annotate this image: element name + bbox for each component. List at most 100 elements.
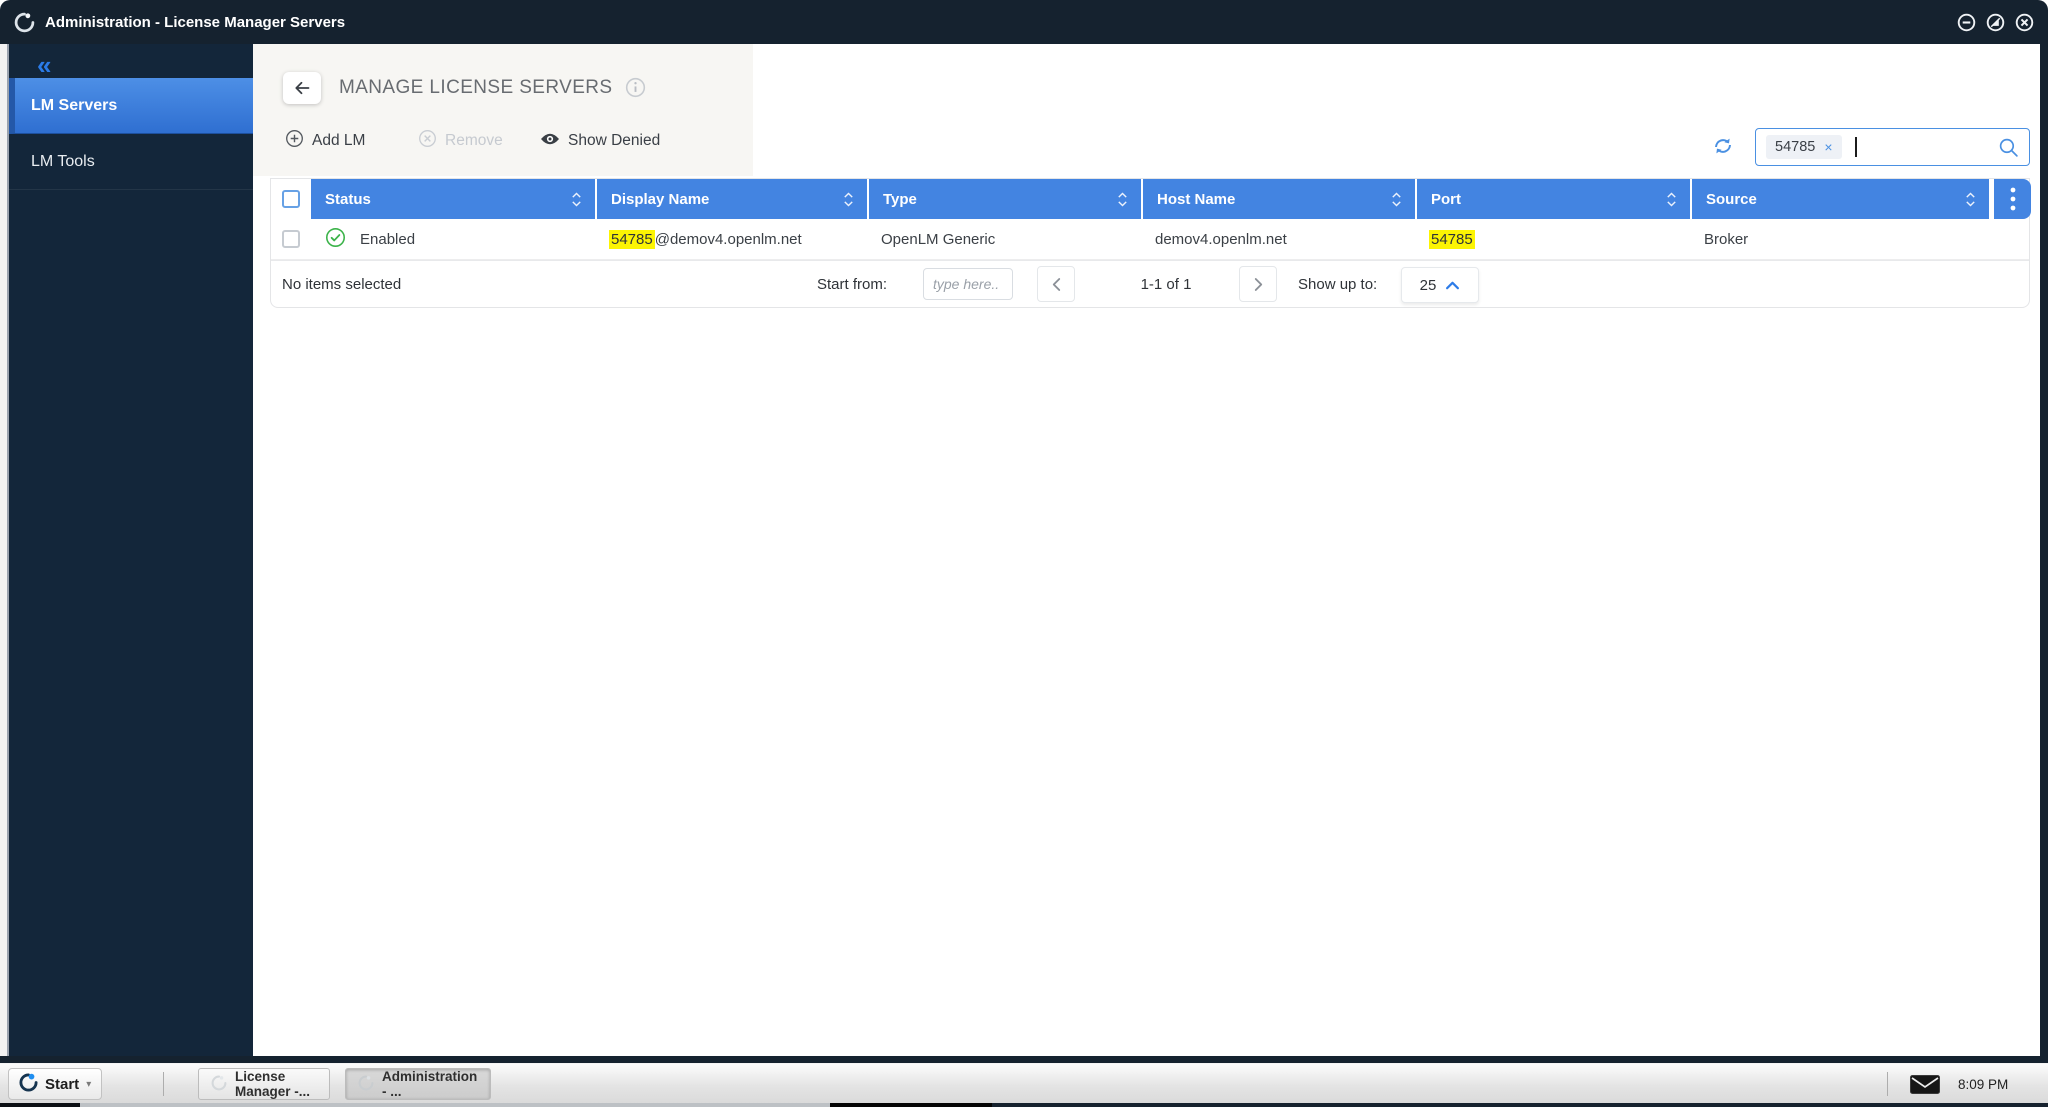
window-title: Administration - License Manager Servers	[45, 13, 346, 31]
mail-tray-icon[interactable]	[1910, 1075, 1940, 1094]
column-label: Source	[1706, 190, 1757, 208]
prev-page-button[interactable]	[1037, 266, 1075, 302]
search-icon[interactable]	[1998, 137, 2019, 158]
x-circle-icon	[418, 129, 437, 153]
port-cell: 54785	[1415, 219, 1690, 259]
row-checkbox[interactable]	[282, 230, 300, 248]
start-from-input[interactable]	[923, 268, 1013, 300]
check-circle-icon	[325, 227, 346, 252]
table-row[interactable]: Enabled 54785 @demov4.openlm.net OpenLM G…	[271, 219, 2029, 260]
taskbar-item-label: Administration - ...	[382, 1069, 478, 1099]
column-header-display-name[interactable]: Display Name	[595, 179, 867, 219]
desktop-edge	[0, 1103, 2048, 1107]
eye-icon	[540, 132, 560, 151]
remove-button[interactable]: Remove	[418, 126, 503, 156]
sort-icon[interactable]	[842, 191, 855, 208]
column-menu-button[interactable]	[1989, 179, 2031, 219]
window-right-edge	[2040, 44, 2048, 1056]
header-background	[253, 44, 753, 176]
start-label: Start	[45, 1075, 80, 1093]
row-checkbox-cell	[271, 219, 311, 259]
sort-icon[interactable]	[1390, 191, 1403, 208]
refresh-button[interactable]	[1711, 134, 1735, 158]
sort-icon[interactable]	[1116, 191, 1129, 208]
column-header-source[interactable]: Source	[1690, 179, 1989, 219]
page-size-select[interactable]: 25	[1401, 267, 1479, 303]
app-logo-icon	[211, 1075, 227, 1094]
servers-table: Status Display Name Type Host Name Port	[270, 178, 2031, 308]
select-all-cell	[271, 179, 311, 219]
window-left-edge	[0, 44, 9, 1056]
sidebar-collapse-button[interactable]: «	[37, 52, 253, 78]
column-header-status[interactable]: Status	[311, 179, 595, 219]
page-size-value: 25	[1419, 276, 1437, 294]
source-cell: Broker	[1704, 230, 1749, 248]
window-titlebar: Administration - License Manager Servers	[0, 0, 2048, 44]
tray-divider	[1887, 1072, 1888, 1096]
sort-icon[interactable]	[1964, 191, 1977, 208]
sidebar-item-lm-servers[interactable]: LM Servers	[9, 78, 253, 134]
add-lm-button[interactable]: Add LM	[285, 126, 365, 156]
start-logo-icon	[19, 1072, 38, 1096]
remove-label: Remove	[445, 132, 503, 149]
status-text: Enabled	[360, 230, 416, 248]
display-name-highlight: 54785	[609, 229, 655, 249]
restore-button[interactable]	[1986, 13, 2005, 32]
app-logo-icon	[358, 1075, 374, 1094]
column-label: Status	[325, 190, 371, 208]
back-button[interactable]	[283, 72, 321, 104]
table-header-row: Status Display Name Type Host Name Port	[271, 179, 2031, 219]
chip-remove-icon[interactable]: ×	[1824, 140, 1832, 154]
taskbar-item-administration[interactable]: Administration - ...	[345, 1068, 491, 1100]
port-highlight: 54785	[1429, 229, 1475, 249]
show-denied-label: Show Denied	[568, 132, 661, 149]
info-icon[interactable]	[625, 77, 646, 98]
host-name-cell: demov4.openlm.net	[1155, 230, 1287, 248]
window-bottom-edge	[0, 1056, 2048, 1063]
sort-icon[interactable]	[570, 191, 583, 208]
column-label: Display Name	[611, 190, 710, 208]
sidebar-item-label: LM Tools	[31, 152, 95, 170]
app-window: Administration - License Manager Servers…	[0, 0, 2048, 1107]
main-content: MANAGE LICENSE SERVERS Add LM Remove Sho…	[253, 44, 2040, 1056]
show-up-to-label: Show up to:	[1298, 275, 1378, 293]
sort-icon[interactable]	[1665, 191, 1678, 208]
taskbar-clock[interactable]: 8:09 PM	[1958, 1064, 2008, 1104]
taskbar-item-label: License Manager -...	[235, 1069, 311, 1099]
start-from-label: Start from:	[817, 275, 888, 293]
sidebar-item-label: LM Servers	[31, 96, 118, 114]
display-name-cell: 54785 @demov4.openlm.net	[595, 219, 867, 259]
show-denied-button[interactable]: Show Denied	[540, 126, 660, 156]
text-cursor	[1854, 137, 1857, 157]
selection-status: No items selected	[282, 275, 402, 293]
plus-circle-icon	[285, 129, 304, 153]
next-page-button[interactable]	[1239, 266, 1277, 302]
table-footer: No items selected Start from: 1-1 of 1 S…	[271, 260, 2029, 307]
select-all-checkbox[interactable]	[282, 190, 300, 208]
column-label: Port	[1431, 190, 1461, 208]
status-cell: Enabled	[311, 219, 595, 259]
minimize-button[interactable]	[1957, 13, 1976, 32]
column-header-port[interactable]: Port	[1415, 179, 1690, 219]
taskbar: Start ▾ License Manager -... Administrat…	[0, 1063, 2048, 1104]
taskbar-divider	[163, 1072, 164, 1096]
row-menu-spacer	[1989, 219, 2031, 259]
type-cell: OpenLM Generic	[881, 230, 996, 248]
search-filter-chip: 54785 ×	[1766, 135, 1842, 159]
column-header-type[interactable]: Type	[867, 179, 1141, 219]
taskbar-item-license-manager[interactable]: License Manager -...	[198, 1068, 330, 1100]
chevron-up-icon	[1445, 277, 1460, 294]
column-header-host-name[interactable]: Host Name	[1141, 179, 1415, 219]
column-label: Type	[883, 190, 917, 208]
search-input[interactable]: 54785 ×	[1755, 128, 2030, 166]
add-lm-label: Add LM	[312, 132, 366, 149]
close-button[interactable]	[2015, 13, 2034, 32]
sidebar-item-lm-tools[interactable]: LM Tools	[9, 134, 253, 190]
start-button[interactable]: Start ▾	[8, 1068, 103, 1100]
page-range: 1-1 of 1	[1140, 275, 1192, 293]
sidebar: « LM Servers LM Tools	[9, 44, 253, 1056]
column-label: Host Name	[1157, 190, 1236, 208]
page-title: MANAGE LICENSE SERVERS	[339, 77, 613, 98]
openlm-logo-icon	[14, 12, 35, 33]
start-dropdown-icon: ▾	[86, 1078, 92, 1090]
